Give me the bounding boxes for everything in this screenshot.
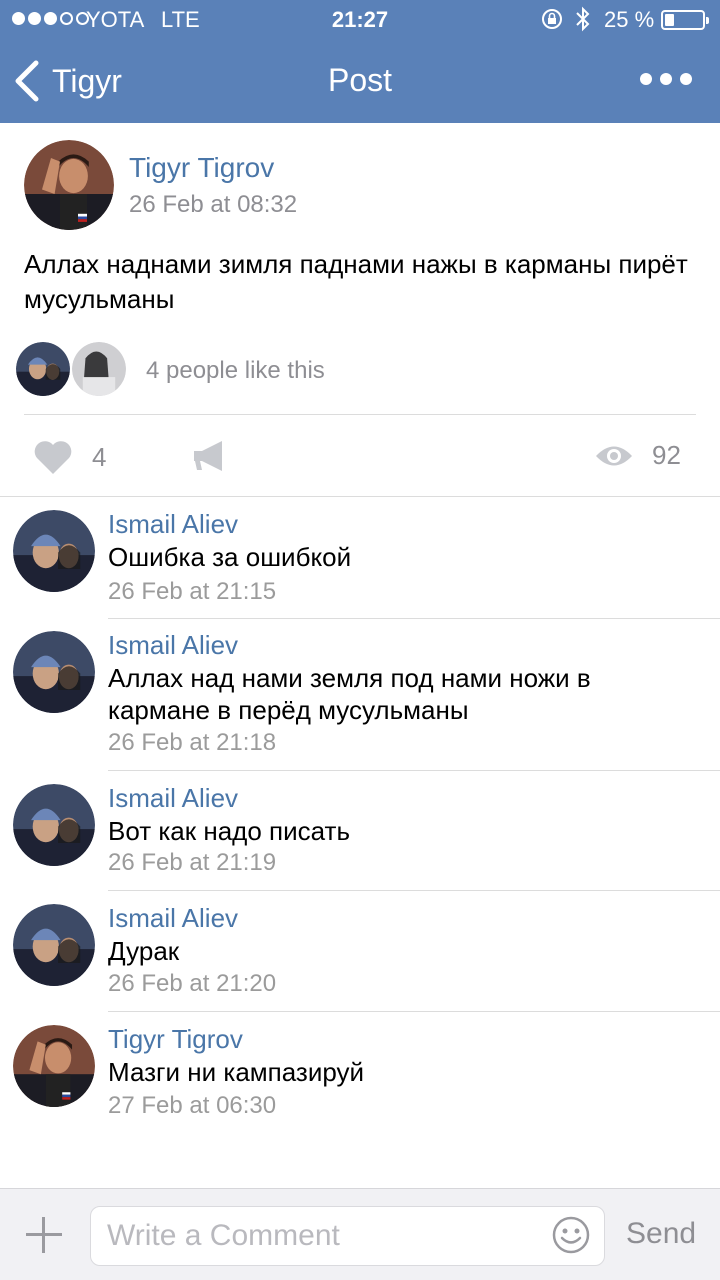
comment-date: 26 Feb at 21:15 <box>108 578 277 605</box>
comment-item[interactable]: Ismail Aliev Аллах над нами земля под на… <box>0 618 720 771</box>
post-date: 26 Feb at 08:32 <box>129 191 298 218</box>
comment-text: Аллах над нами земля под нами ножи в кар… <box>108 663 591 725</box>
comment-item[interactable]: Ismail Aliev Дурак 26 Feb at 21:20 <box>0 891 720 1012</box>
commenter-avatar[interactable] <box>13 784 95 866</box>
comment-input[interactable] <box>90 1206 605 1266</box>
comment-item[interactable]: Ismail Aliev Ошибка за ошибкой 26 Feb at… <box>0 497 720 619</box>
commenter-avatar[interactable] <box>13 510 95 592</box>
battery-level-fill <box>665 14 674 26</box>
comment-date: 26 Feb at 21:20 <box>108 970 277 997</box>
like-button[interactable]: 4 <box>32 438 106 476</box>
comment-date: 27 Feb at 06:30 <box>108 1092 277 1119</box>
orientation-lock-icon <box>542 9 562 29</box>
comment-text: Ошибка за ошибкой <box>108 542 352 572</box>
comment-text: Вот как надо писать <box>108 816 350 846</box>
commenter-avatar[interactable] <box>13 1025 95 1107</box>
battery-percentage: 25 % <box>604 7 655 32</box>
views-count: 92 <box>652 440 681 470</box>
back-label: Tigyr <box>52 62 122 99</box>
commenter-name[interactable]: Ismail Aliev <box>108 783 238 814</box>
top-bar: YOTA LTE 21:27 25 % Tigyr Post <box>0 0 720 123</box>
comment-text: Дурак <box>108 936 180 966</box>
eye-icon <box>596 446 632 465</box>
commenter-name[interactable]: Ismail Aliev <box>108 903 238 934</box>
comment-item[interactable]: Ismail Aliev Вот как надо писать 26 Feb … <box>0 771 720 891</box>
send-button[interactable]: Send <box>626 1217 696 1251</box>
post-actions: 4 92 <box>0 416 720 496</box>
chevron-left-icon <box>15 60 39 102</box>
comment-text: Мазги ни кампазируй <box>108 1057 365 1087</box>
more-icon[interactable] <box>640 64 700 94</box>
divider <box>24 414 696 415</box>
heart-icon <box>34 441 72 474</box>
commenter-name[interactable]: Ismail Aliev <box>108 509 238 540</box>
battery-icon <box>661 10 709 30</box>
like-count: 4 <box>92 441 107 472</box>
likers-summary[interactable]: 4 people like this <box>146 357 325 385</box>
views-counter: 92 <box>594 440 681 471</box>
commenter-name[interactable]: Ismail Aliev <box>108 630 238 661</box>
post-text: Аллах наднами зимля паднами нажы в карма… <box>24 249 688 314</box>
liker-avatar[interactable] <box>70 340 128 398</box>
comment-composer: Send <box>0 1188 720 1280</box>
bluetooth-icon <box>576 6 590 32</box>
megaphone-icon[interactable] <box>190 438 230 476</box>
emoji-icon[interactable] <box>551 1215 591 1255</box>
commenter-name[interactable]: Tigyr Tigrov <box>108 1024 243 1055</box>
comment-item[interactable]: Tigyr Tigrov Мазги ни кампазируй 27 Feb … <box>0 1012 720 1132</box>
back-button[interactable]: Tigyr <box>12 56 122 106</box>
attach-plus-icon[interactable] <box>26 1217 62 1253</box>
comment-date: 26 Feb at 21:19 <box>108 849 277 876</box>
status-bar: YOTA LTE 21:27 25 % <box>0 0 720 40</box>
comment-date: 26 Feb at 21:18 <box>108 729 277 756</box>
liker-avatar[interactable] <box>14 340 72 398</box>
commenter-avatar[interactable] <box>13 631 95 713</box>
post-author-name[interactable]: Tigyr Tigrov <box>129 152 274 184</box>
commenter-avatar[interactable] <box>13 904 95 986</box>
post-author-avatar[interactable] <box>24 140 114 230</box>
